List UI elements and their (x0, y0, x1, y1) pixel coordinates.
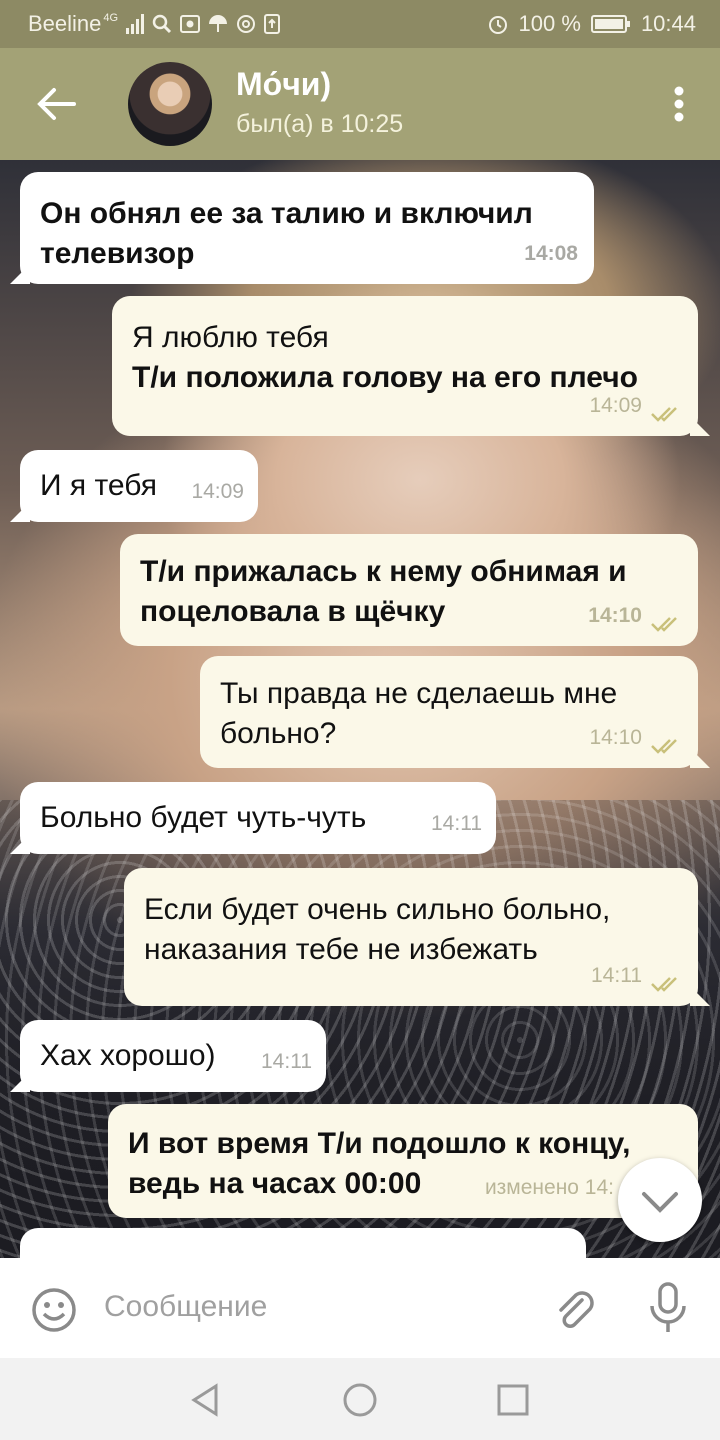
more-vert-icon[interactable] (674, 86, 684, 122)
battery-icon (590, 15, 630, 33)
read-ticks-icon (651, 977, 677, 992)
nav-back-icon[interactable] (188, 1382, 224, 1418)
back-arrow-icon[interactable] (34, 82, 78, 126)
emoji-icon[interactable] (30, 1286, 78, 1334)
battery-percent: 100 % (518, 11, 581, 36)
signal-icon (126, 14, 145, 34)
message-outgoing[interactable]: Ты правда не сделаешь мне больно? 14:10 (200, 656, 698, 768)
message-text-line: Я люблю тебя (132, 321, 329, 354)
last-seen-status: был(а) в 10:25 (236, 110, 404, 138)
status-bar: Beeline 4G 100 % 10:44 (0, 0, 720, 48)
avatar[interactable] (128, 62, 212, 146)
chat-header: Мо́чи) был(а) в 10:25 (0, 48, 720, 160)
gallery-icon (180, 15, 201, 33)
message-text: Ты правда не сделаешь мне больно? (220, 677, 618, 750)
search-icon (152, 14, 172, 34)
attach-icon[interactable] (552, 1286, 600, 1334)
message-incoming[interactable]: И я тебя 14:09 (20, 450, 258, 522)
scroll-to-bottom-button[interactable] (618, 1158, 702, 1242)
message-text: Если будет очень сильно больно, наказани… (144, 893, 611, 966)
message-incoming-partial[interactable] (20, 1228, 586, 1258)
message-time: 14:09 (191, 480, 244, 503)
message-outgoing[interactable]: И вот время Т/и подошло к концу, ведь на… (108, 1104, 698, 1218)
message-incoming[interactable]: Хах хорошо) 14:11 (20, 1020, 326, 1092)
carrier-label: Beeline (28, 11, 102, 36)
message-text: Больно будет чуть-чуть (40, 801, 367, 834)
clock: 10:44 (640, 11, 696, 36)
read-ticks-icon (651, 617, 677, 632)
message-text: Т/и прижалась к нему обнимая и поцеловал… (140, 555, 627, 628)
at-icon (237, 15, 256, 33)
message-outgoing[interactable]: Т/и прижалась к нему обнимая и поцеловал… (120, 534, 698, 646)
message-text: Хах хорошо) (40, 1039, 216, 1072)
read-ticks-icon (651, 739, 677, 754)
message-input-bar: Сообщение (0, 1258, 720, 1358)
nav-recents-icon[interactable] (496, 1383, 530, 1417)
bubble-tail (690, 416, 710, 436)
message-input[interactable]: Сообщение (104, 1290, 267, 1324)
system-nav-bar (0, 1358, 720, 1440)
message-time-edited: изменено 14: (484, 1176, 614, 1199)
message-time: 14:11 (591, 964, 642, 987)
read-ticks-icon (651, 407, 677, 422)
message-time: 14:11 (431, 812, 482, 835)
alarm-icon (488, 16, 507, 34)
message-outgoing[interactable]: Я люблю тебя Т/и положила голову на его … (112, 296, 698, 436)
message-incoming[interactable]: Больно будет чуть-чуть 14:11 (20, 782, 496, 854)
bubble-tail (690, 748, 710, 768)
message-time: 14:10 (588, 604, 642, 627)
message-text: Он обнял ее за талию и включил телевизор (40, 197, 533, 270)
contact-name[interactable]: Мо́чи) (236, 66, 331, 103)
message-incoming[interactable]: Он обнял ее за талию и включил телевизор… (20, 172, 594, 284)
message-text: И я тебя (40, 469, 157, 502)
message-outgoing[interactable]: Если будет очень сильно больно, наказани… (124, 868, 698, 1006)
network-label: 4G (103, 12, 119, 24)
nav-home-icon[interactable] (342, 1382, 378, 1418)
message-time: 14:09 (589, 394, 642, 417)
mic-icon[interactable] (646, 1282, 690, 1334)
chat-messages[interactable]: Он обнял ее за талию и включил телевизор… (0, 160, 720, 1258)
upload-icon (264, 14, 281, 34)
message-time: 14:11 (261, 1050, 312, 1073)
umbrella-icon (209, 15, 228, 32)
message-time: 14:10 (589, 726, 642, 749)
chevron-down-icon (642, 1192, 678, 1213)
message-time: 14:08 (524, 242, 578, 265)
